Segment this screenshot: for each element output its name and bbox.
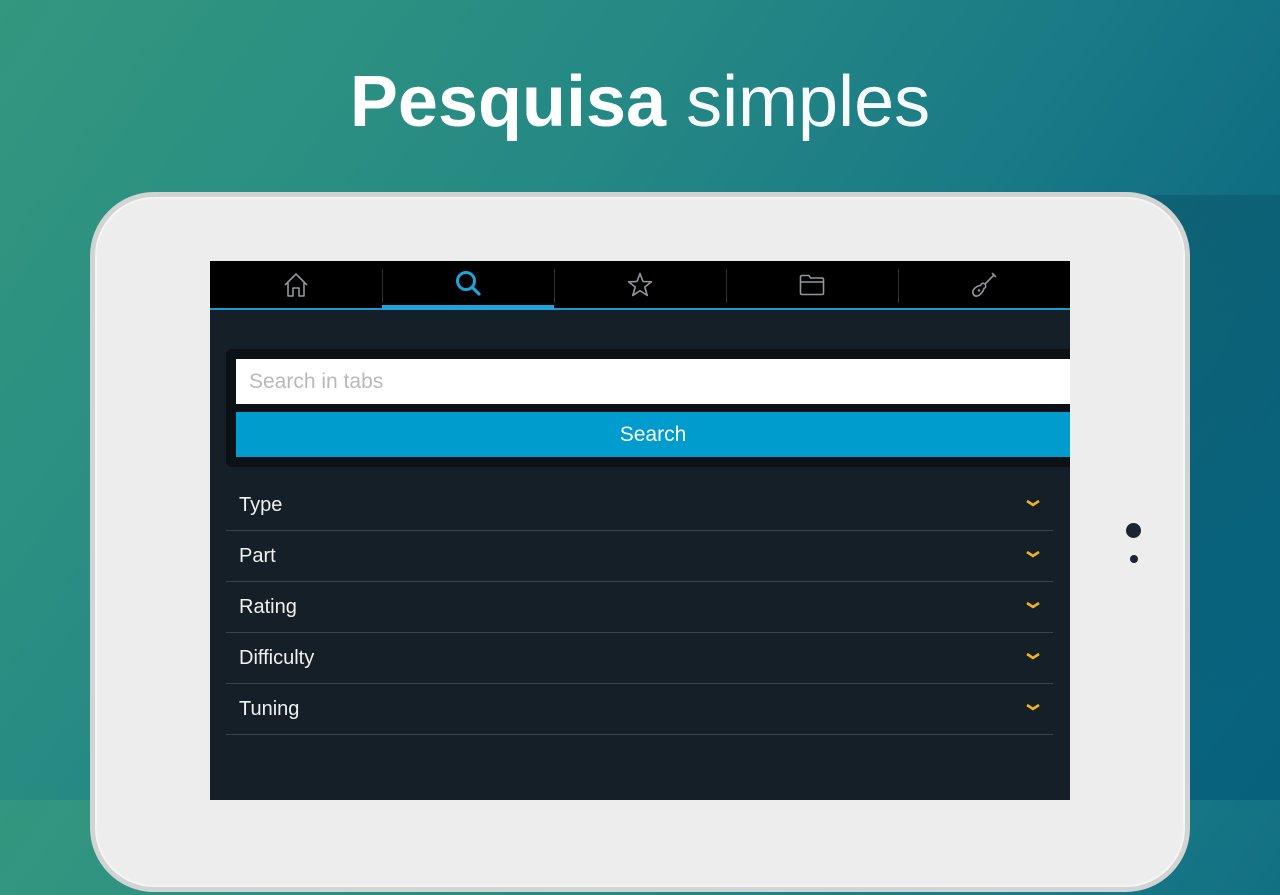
filter-label: Part — [239, 544, 276, 567]
chevron-down-icon — [1026, 601, 1040, 609]
search-button[interactable]: Search — [236, 412, 1070, 457]
tab-tools[interactable] — [898, 261, 1070, 310]
headline-bold: Pesquisa — [349, 62, 667, 142]
tab-bar — [210, 261, 1070, 310]
filter-rating[interactable]: Rating — [226, 582, 1053, 633]
chevron-down-icon — [1026, 499, 1040, 507]
filter-part[interactable]: Part — [226, 531, 1053, 582]
camera-icon — [1126, 523, 1141, 538]
filter-label: Rating — [239, 595, 297, 618]
chevron-down-icon — [1026, 652, 1040, 660]
tab-files[interactable] — [726, 261, 898, 310]
search-input[interactable] — [236, 359, 1070, 404]
filter-type[interactable]: Type — [226, 480, 1053, 531]
home-icon — [284, 272, 308, 297]
star-icon — [627, 272, 653, 296]
filter-difficulty[interactable]: Difficulty — [226, 633, 1053, 684]
filter-label: Type — [239, 493, 283, 516]
guitar-icon — [971, 272, 997, 297]
filter-tuning[interactable]: Tuning — [226, 684, 1053, 735]
chevron-down-icon — [1026, 550, 1040, 558]
headline: Pesquisa simples — [0, 62, 1280, 142]
search-icon — [456, 271, 481, 296]
sensor-icon — [1130, 555, 1138, 563]
tab-search[interactable] — [382, 261, 554, 310]
app-screen: Search Type Part Rating Difficulty Tunin… — [210, 261, 1070, 800]
filter-label: Tuning — [239, 697, 300, 720]
filter-list: Type Part Rating Difficulty Tuning — [226, 480, 1053, 735]
chevron-down-icon — [1026, 703, 1040, 711]
filter-label: Difficulty — [239, 646, 315, 669]
folder-icon — [799, 274, 825, 295]
tab-home[interactable] — [210, 261, 382, 310]
headline-light: simples — [686, 62, 931, 142]
tab-favorites[interactable] — [554, 261, 726, 310]
